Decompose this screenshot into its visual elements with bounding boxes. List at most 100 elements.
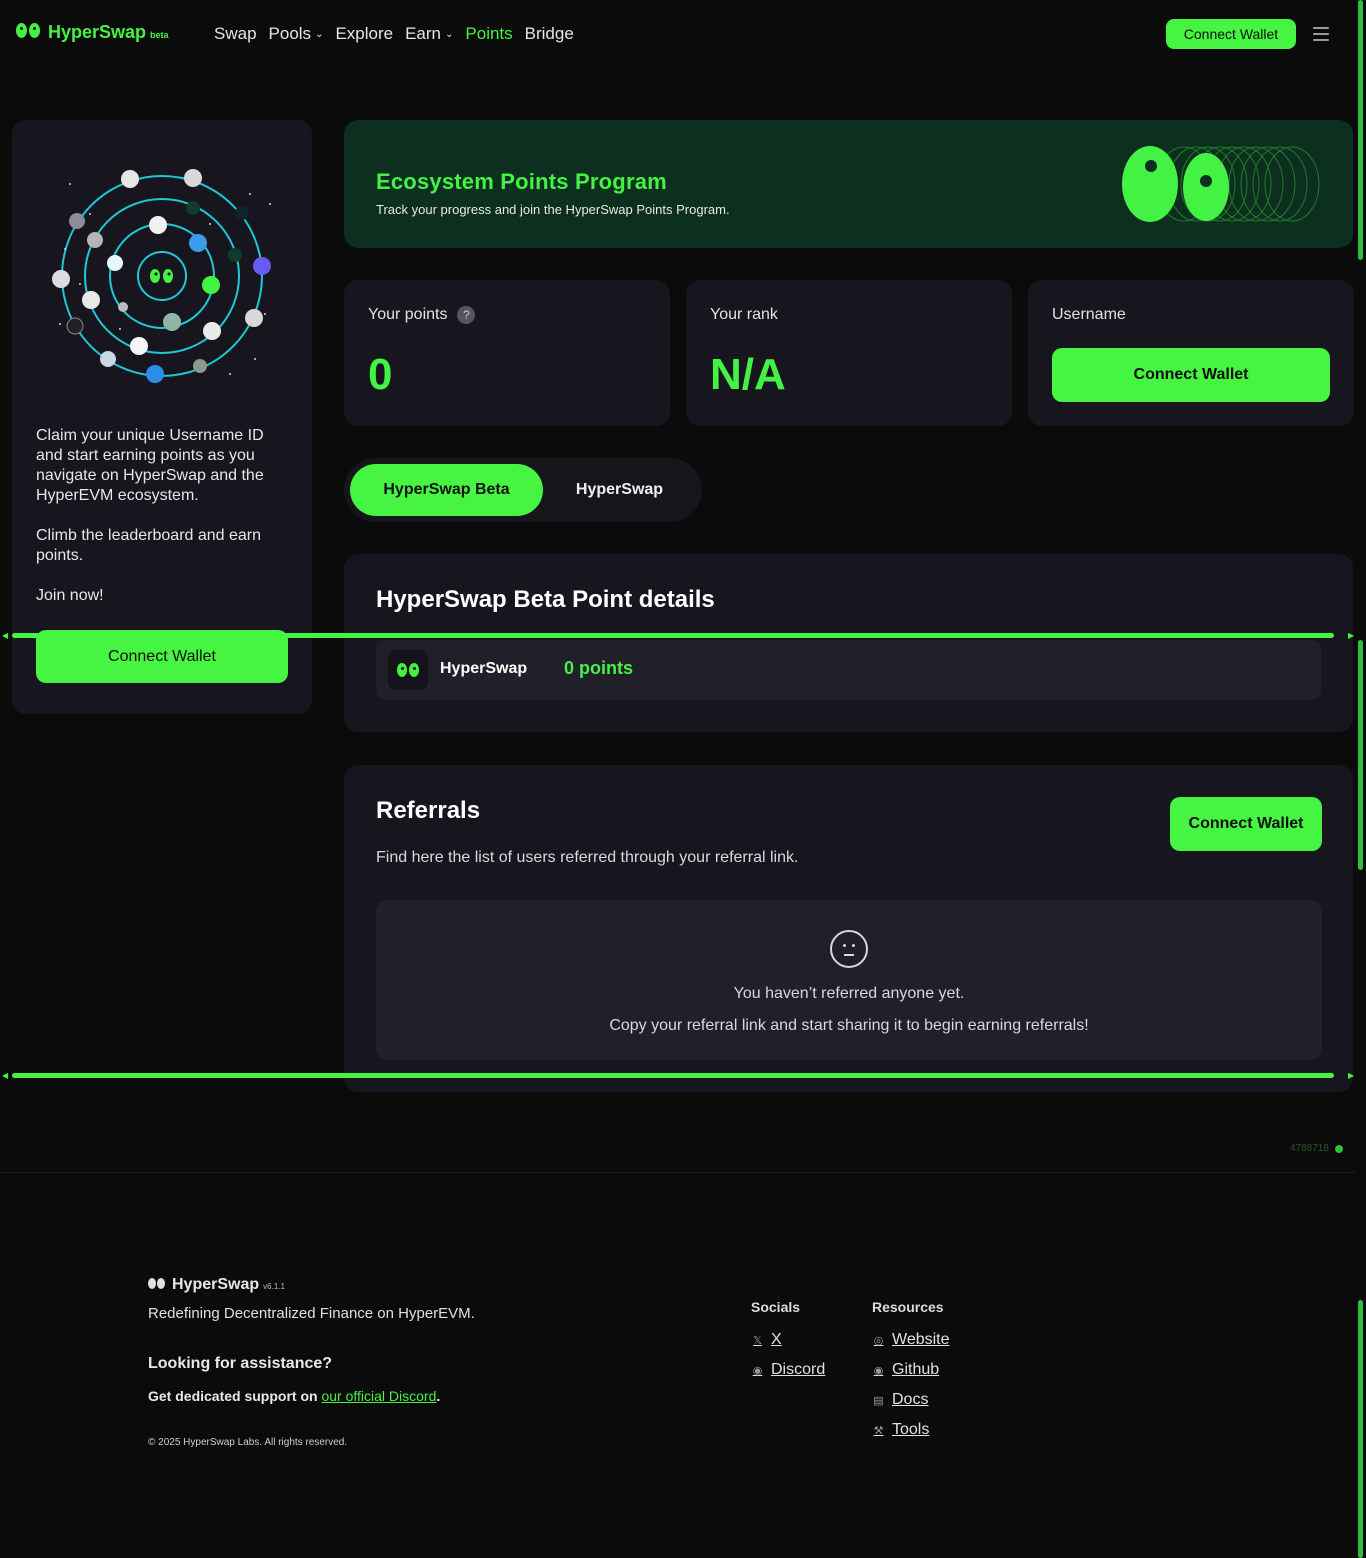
footer-version: v6.1.1 <box>263 1282 285 1291</box>
social-link-x[interactable]: 𝕏X <box>751 1325 825 1355</box>
username-card: Username Connect Wallet <box>1028 280 1354 426</box>
socials-title: Socials <box>751 1299 801 1315</box>
your-points-label-row: Your points ? <box>368 306 476 324</box>
token-icon <box>189 234 207 252</box>
neutral-face-icon <box>830 930 868 968</box>
resources-title: Resources <box>872 1299 944 1315</box>
hamburger-icon[interactable] <box>1313 27 1329 41</box>
token-icon <box>87 232 103 248</box>
your-rank-label: Your rank <box>710 306 778 323</box>
your-points-value: 0 <box>368 350 393 399</box>
token-icon <box>100 351 116 367</box>
token-icon <box>146 365 164 383</box>
token-icon <box>203 322 221 340</box>
footer-socials: Socials 𝕏X ◉ Discord <box>751 1299 825 1385</box>
your-rank-card: Your rank N/A <box>686 280 1012 426</box>
nav-explore[interactable]: Explore <box>335 24 393 44</box>
points-tabs: HyperSwap Beta HyperSwap <box>344 458 702 522</box>
username-connect-wallet-button[interactable]: Connect Wallet <box>1052 348 1330 402</box>
promo-paragraph: Claim your unique Username ID and start … <box>36 427 264 504</box>
resource-link-website[interactable]: ◎ Website <box>872 1325 950 1355</box>
block-number: 4788718 <box>1290 1143 1329 1154</box>
nav-earn-label: Earn <box>405 24 442 43</box>
arrow-right-icon[interactable]: ▶ <box>1348 1071 1354 1080</box>
token-icon <box>228 248 242 262</box>
referrals-connect-wallet-button[interactable]: Connect Wallet <box>1170 797 1322 851</box>
referrals-card: Referrals Find here the list of users re… <box>344 765 1353 1092</box>
nav-pools-label: Pools <box>268 24 312 43</box>
point-source-value: 0 points <box>564 658 634 678</box>
help-icon[interactable]: ? <box>457 306 476 324</box>
token-icon <box>107 255 123 271</box>
globe-icon: ◎ <box>873 1334 884 1347</box>
nav-swap[interactable]: Swap <box>214 24 257 44</box>
resource-label: Github <box>892 1361 940 1378</box>
resource-link-tools[interactable]: ⚒ Tools <box>872 1415 950 1445</box>
arrow-left-icon[interactable]: ◀ <box>2 1071 8 1080</box>
username-label: Username <box>1052 306 1126 323</box>
orbit-ring <box>61 175 263 377</box>
scrollbar-thumb[interactable] <box>1358 1300 1363 1558</box>
referrals-empty-state: You haven’t referred anyone yet. Copy yo… <box>376 900 1322 1060</box>
token-icon <box>235 206 249 220</box>
chevron-down-icon: ⌄ <box>315 28 324 40</box>
tab-hyperswap-beta[interactable]: HyperSwap Beta <box>350 464 543 516</box>
nav-points-label: Points <box>465 24 513 43</box>
support-prefix: Get dedicated support on <box>148 1388 322 1404</box>
horizontal-scroll-indicator[interactable] <box>12 633 1334 638</box>
nav-earn[interactable]: Earn ⌄ <box>405 24 453 44</box>
footer-copyright: © 2025 HyperSwap Labs. All rights reserv… <box>148 1437 348 1448</box>
horizontal-scroll-indicator[interactable] <box>12 1073 1334 1078</box>
footer-help-title: Looking for assistance? <box>148 1355 333 1372</box>
footer-resources: Resources ◎ Website ◉ Github ▤ Docs ⚒ Tools <box>872 1299 950 1445</box>
social-link-discord[interactable]: ◉ Discord <box>751 1355 826 1385</box>
point-details-card: HyperSwap Beta Point details HyperSwap 0… <box>344 554 1353 732</box>
token-icon <box>163 313 181 331</box>
resource-label: Docs <box>892 1391 929 1408</box>
header-connect-wallet-button[interactable]: Connect Wallet <box>1166 19 1296 49</box>
referrals-title: Referrals <box>376 797 481 824</box>
token-icon <box>193 359 207 373</box>
empty-state-subtitle: Copy your referral link and start sharin… <box>609 1017 1089 1034</box>
point-details-row: HyperSwap 0 points <box>376 640 1321 700</box>
token-icon <box>149 216 167 234</box>
token-icon <box>121 170 139 188</box>
scrollbar-thumb[interactable] <box>1358 640 1363 870</box>
discord-support-link[interactable]: our official Discord <box>321 1388 436 1404</box>
nav-bridge[interactable]: Bridge <box>525 24 574 44</box>
resource-link-docs[interactable]: ▤ Docs <box>872 1385 950 1415</box>
point-source-name: HyperSwap <box>440 660 528 677</box>
your-points-label: Your points <box>368 306 448 323</box>
arrow-right-icon[interactable]: ▶ <box>1348 631 1354 640</box>
nav-pools[interactable]: Pools ⌄ <box>269 24 324 44</box>
footer-tagline: Redefining Decentralized Finance on Hype… <box>148 1305 475 1322</box>
resource-label: Tools <box>892 1421 930 1438</box>
center-logo-icon <box>150 269 173 283</box>
arrow-left-icon[interactable]: ◀ <box>2 631 8 640</box>
status-dot-icon <box>1334 1144 1343 1153</box>
tab-hyperswap[interactable]: HyperSwap <box>543 464 696 516</box>
scrollbar-thumb[interactable] <box>1358 0 1363 260</box>
hyperswap-logo-icon <box>388 650 428 690</box>
token-icon <box>118 302 128 312</box>
main-nav: Swap Pools ⌄ Explore Earn ⌄ Points Bridge <box>214 24 574 44</box>
promo-paragraph: Climb the leaderboard and earn points. <box>36 527 262 564</box>
ecosystem-orbit-illustration <box>52 169 271 383</box>
resource-link-github[interactable]: ◉ Github <box>872 1355 950 1385</box>
footer-logo[interactable]: HyperSwap v6.1.1 <box>148 1276 285 1294</box>
logo-eyes-icon <box>16 23 40 38</box>
discord-icon: ◉ <box>752 1364 763 1377</box>
logo-beta-badge: beta <box>150 30 169 40</box>
top-nav: HyperSwap beta Swap Pools ⌄ Explore Earn ⌄… <box>0 0 1356 70</box>
x-icon: 𝕏 <box>753 1334 762 1347</box>
token-icon <box>69 213 85 229</box>
docs-icon: ▤ <box>873 1394 884 1407</box>
footer: HyperSwap v6.1.1 Redefining Decentralize… <box>0 1172 1356 1558</box>
your-points-card: Your points ? 0 <box>344 280 670 426</box>
point-details-title: HyperSwap Beta Point details <box>376 586 715 613</box>
hyperswap-logo[interactable]: HyperSwap beta <box>16 22 169 43</box>
nav-swap-label: Swap <box>214 24 257 43</box>
nav-points[interactable]: Points <box>465 24 512 44</box>
block-number-indicator: 4788718 <box>1290 1143 1343 1154</box>
eyes-logo-illustration <box>1122 146 1320 222</box>
